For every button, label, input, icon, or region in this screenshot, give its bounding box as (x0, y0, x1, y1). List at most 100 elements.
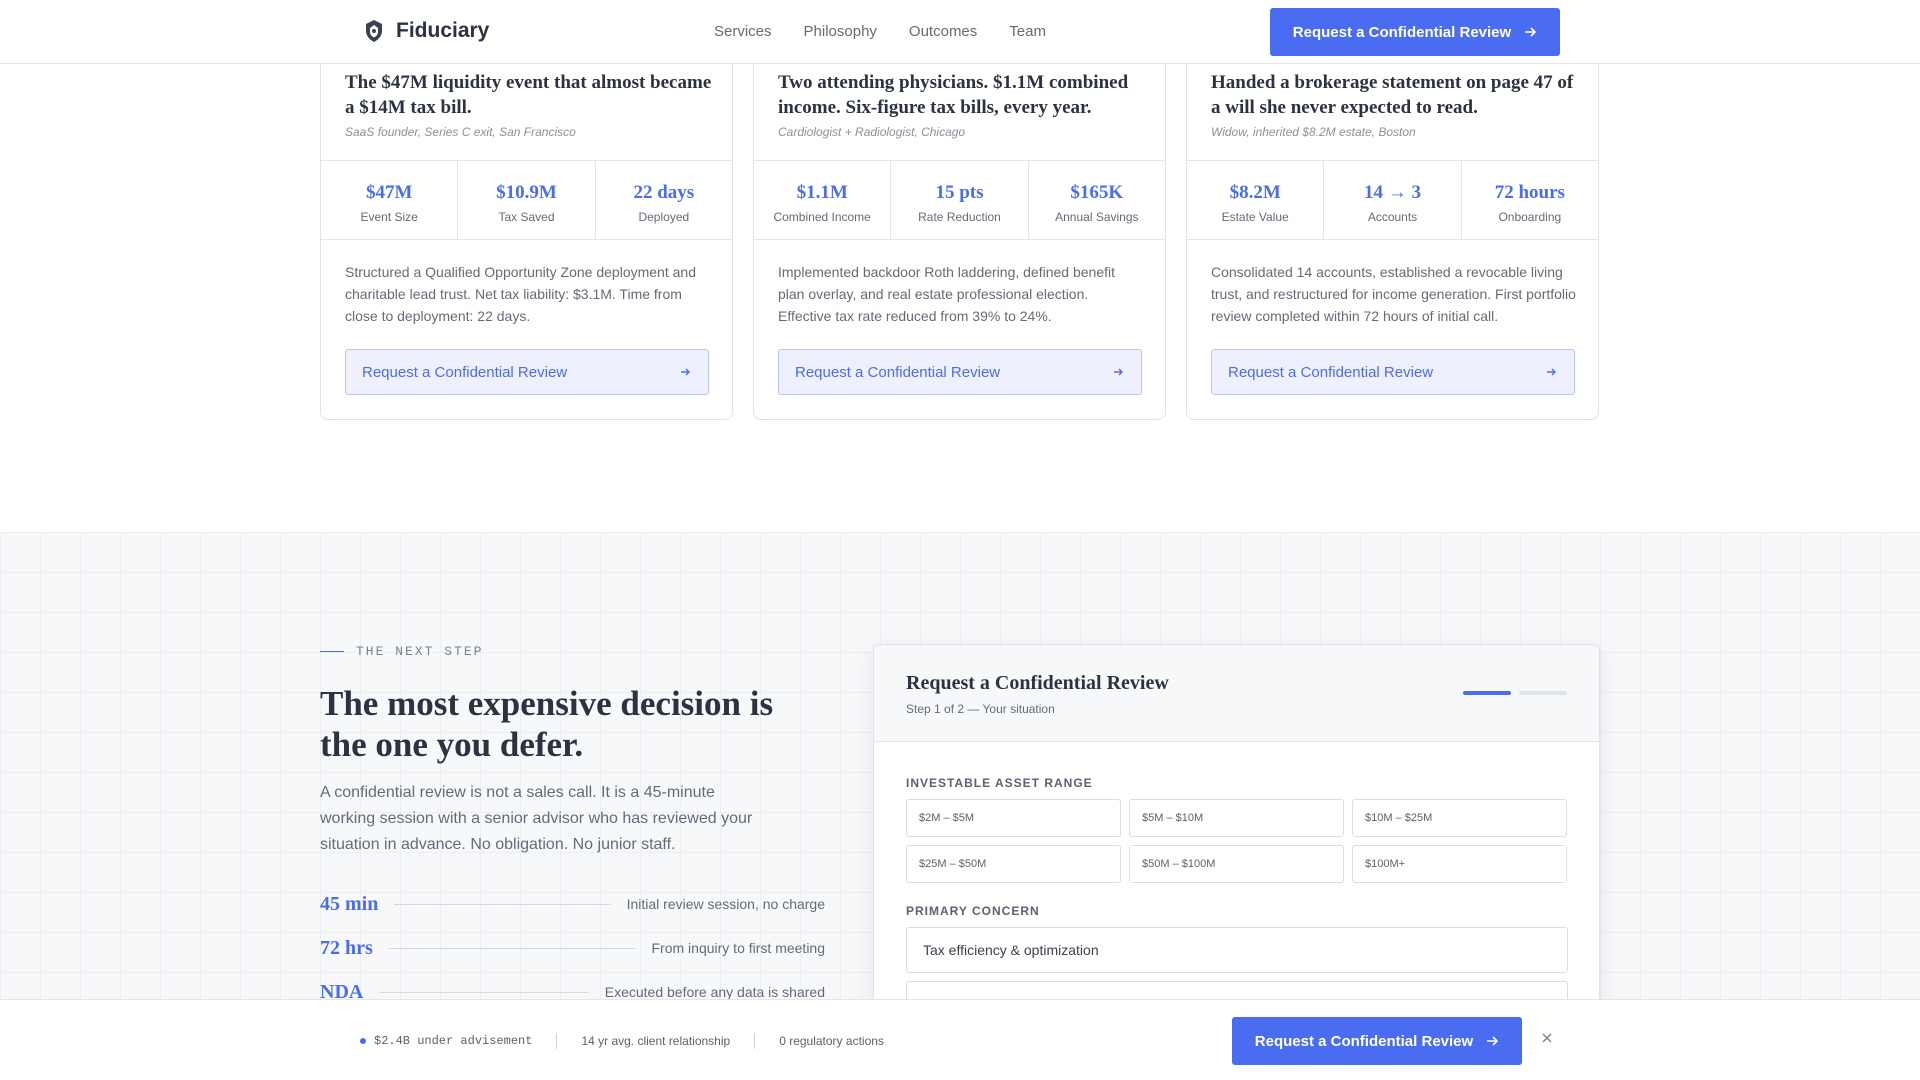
asset-range-label: INVESTABLE ASSET RANGE (906, 776, 1093, 790)
stat-value: 14 → 3 (1363, 182, 1421, 203)
case-card: The $47M liquidity event that almost bec… (320, 50, 733, 420)
case-card-title: Two attending physicians. $1.1M combined… (778, 72, 1129, 118)
metric-label: Executed before any data is shared (604, 984, 825, 1000)
nav-link-team[interactable]: Team (1009, 23, 1046, 40)
case-card-description: Consolidated 14 accounts, established a … (1211, 264, 1576, 324)
section-headline: The most expensive decision is the one y… (320, 684, 774, 764)
sticky-cta-bar: $2.4B under advisement 14 yr avg. client… (0, 999, 1920, 1080)
aum-text: $2.4B under advisement (374, 1034, 533, 1048)
nav-cta-button[interactable]: Request a Confidential Review (1270, 8, 1560, 56)
case-card-subtitle: Cardiologist + Radiologist, Chicago (778, 125, 966, 139)
stat-cell: 14 → 3 Accounts (1324, 161, 1462, 239)
asset-option[interactable]: $50M – $100M (1129, 845, 1344, 883)
metric-row: 45 min Initial review session, no charge (320, 892, 825, 916)
case-card-button-label: Request a Confidential Review (362, 363, 568, 381)
metric-value: 72 hrs (320, 936, 373, 959)
divider (556, 1033, 558, 1049)
case-card-button-label: Request a Confidential Review (1228, 363, 1434, 381)
form-step-indicator: Step 1 of 2 — Your situation (906, 702, 1055, 716)
stat-value: 15 pts (935, 182, 984, 203)
stat-label: Annual Savings (1055, 210, 1139, 224)
metric-value: 45 min (320, 892, 379, 915)
metric-divider (388, 947, 636, 949)
stat-value: $10.9M (496, 182, 557, 203)
brand-name: Fiduciary (396, 19, 490, 42)
arrow-right-icon (1114, 368, 1123, 376)
concern-option[interactable]: Tax efficiency & optimization (906, 927, 1568, 973)
progress-step-inactive (1519, 691, 1567, 695)
metric-divider (394, 903, 611, 905)
stat-cell: 15 pts Rate Reduction (891, 161, 1029, 239)
metric-label: Initial review session, no charge (626, 896, 825, 912)
arrow-right-icon (1525, 27, 1537, 37)
asset-option[interactable]: $5M – $10M (1129, 799, 1344, 837)
metric-divider (379, 991, 589, 993)
arrow-right-icon (1487, 1036, 1499, 1046)
arrow-right-icon (681, 368, 690, 376)
stat-value: $47M (365, 182, 413, 203)
case-card-review-button[interactable]: Request a Confidential Review (345, 349, 709, 395)
metric-row: 72 hrs From inquiry to first meeting (320, 936, 825, 960)
sticky-cta-button[interactable]: Request a Confidential Review (1232, 1017, 1522, 1065)
section-lead: A confidential review is not a sales cal… (320, 784, 753, 853)
stat-label: Estate Value (1221, 210, 1289, 224)
case-card: Handed a brokerage statement on page 47 … (1186, 50, 1599, 420)
case-card-title: The $47M liquidity event that almost bec… (345, 72, 712, 118)
shield-logo-icon (366, 20, 382, 42)
nav-cta-label: Request a Confidential Review (1292, 23, 1512, 41)
stat-cell: $10.9M Tax Saved (458, 161, 596, 239)
case-card-subtitle: Widow, inherited $8.2M estate, Boston (1211, 125, 1416, 139)
metric-label: From inquiry to first meeting (651, 940, 826, 956)
stat-label: Tax Saved (498, 210, 555, 224)
sticky-cta-label: Request a Confidential Review (1254, 1032, 1474, 1050)
stat-cell: $8.2M Estate Value (1187, 161, 1325, 239)
case-card-stats: $47M Event Size $10.9M Tax Saved 22 days De… (321, 160, 732, 240)
stat-label: Deployed (638, 210, 690, 224)
stat-value: $165K (1070, 182, 1124, 203)
status-dot-icon (360, 1038, 366, 1044)
stat-label: Combined Income (773, 210, 871, 224)
stat-label: Event Size (360, 210, 418, 224)
eyebrow-rule (320, 651, 344, 652)
stat-cell: $47M Event Size (321, 161, 459, 239)
close-icon[interactable] (1540, 1031, 1554, 1045)
case-card-description: Implemented backdoor Roth laddering, def… (778, 264, 1115, 324)
divider (754, 1033, 756, 1049)
case-card: Two attending physicians. $1.1M combined… (753, 50, 1166, 420)
regulatory-text: 0 regulatory actions (779, 1034, 884, 1048)
stat-cell: $1.1M Combined Income (754, 161, 892, 239)
form-title: Request a Confidential Review (906, 672, 1169, 694)
stat-cell: $165K Annual Savings (1029, 161, 1165, 239)
nav-link-outcomes[interactable]: Outcomes (909, 23, 977, 40)
stat-cell: 72 hours Onboarding (1462, 161, 1598, 239)
case-card-review-button[interactable]: Request a Confidential Review (1211, 349, 1575, 395)
eyebrow-text: THE NEXT STEP (356, 644, 484, 659)
case-card-stats: $1.1M Combined Income 15 pts Rate Reductio… (754, 160, 1165, 240)
stat-value: $8.2M (1229, 182, 1281, 203)
nav-links: Services Philosophy Outcomes Team (714, 23, 1046, 40)
nav-link-services[interactable]: Services (714, 23, 772, 40)
top-nav: Fiduciary Services Philosophy Outcomes T… (0, 0, 1920, 64)
nav-link-philosophy[interactable]: Philosophy (804, 23, 877, 40)
case-card-description: Structured a Qualified Opportunity Zone … (345, 264, 696, 324)
stat-value: $1.1M (796, 182, 848, 203)
case-card-button-label: Request a Confidential Review (795, 363, 1001, 381)
case-card-review-button[interactable]: Request a Confidential Review (778, 349, 1142, 395)
case-card-subtitle: SaaS founder, Series C exit, San Francis… (345, 125, 576, 139)
asset-option[interactable]: $2M – $5M (906, 799, 1121, 837)
stat-label: Onboarding (1498, 210, 1562, 224)
asset-option[interactable]: $25M – $50M (906, 845, 1121, 883)
stat-label: Accounts (1367, 210, 1418, 224)
stat-value: 72 hours (1494, 182, 1565, 203)
asset-option[interactable]: $10M – $25M (1352, 799, 1567, 837)
section-eyebrow: THE NEXT STEP (320, 644, 483, 659)
brand-logo[interactable]: Fiduciary (364, 19, 489, 43)
trust-indicators: $2.4B under advisement 14 yr avg. client… (360, 1033, 884, 1049)
form-header: Request a Confidential Review Step 1 of … (874, 645, 1599, 742)
stat-label: Rate Reduction (918, 210, 1001, 224)
case-card-stats: $8.2M Estate Value 14 → 3 Accounts 72 hour… (1187, 160, 1598, 240)
stat-value: 22 days (633, 182, 695, 203)
asset-option[interactable]: $100M+ (1352, 845, 1567, 883)
stat-cell: 22 days Deployed (596, 161, 732, 239)
arrow-right-icon (1547, 368, 1556, 376)
